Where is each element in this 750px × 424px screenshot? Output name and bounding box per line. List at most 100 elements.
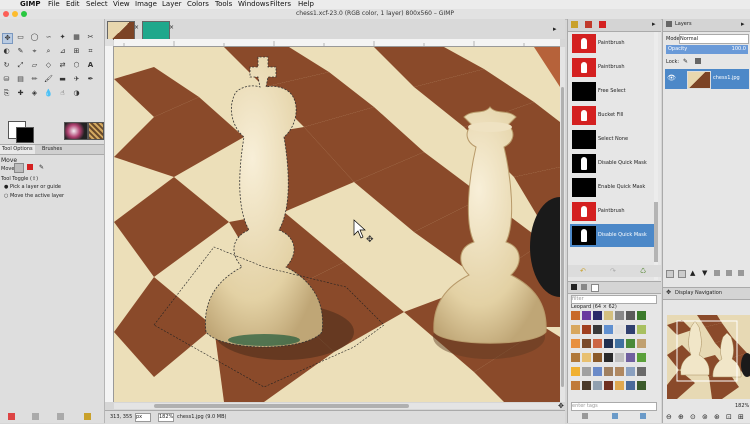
- brush-swatch[interactable]: [582, 339, 591, 348]
- brush-swatch[interactable]: [582, 311, 591, 320]
- brush-swatch[interactable]: [615, 311, 624, 320]
- edit-brush-icon[interactable]: [582, 413, 588, 419]
- brush-swatch[interactable]: [604, 381, 613, 390]
- patterns-tab-icon[interactable]: [581, 284, 587, 290]
- vertical-scroll-thumb[interactable]: [561, 87, 564, 387]
- clear-history-icon[interactable]: ♺: [640, 267, 646, 275]
- open-brush-icon[interactable]: [640, 413, 646, 419]
- undo-item[interactable]: Paintbrush: [570, 200, 654, 223]
- horizontal-scroll-thumb[interactable]: [154, 404, 409, 408]
- reset-options-icon[interactable]: [84, 413, 91, 420]
- undo-icon[interactable]: ↶: [580, 267, 586, 275]
- zoom-fit-icon[interactable]: ⊚: [702, 413, 708, 421]
- brush-swatch[interactable]: [582, 381, 591, 390]
- active-brush-preview[interactable]: [64, 122, 88, 140]
- navigate-icon[interactable]: ✥: [558, 402, 564, 410]
- undo-item[interactable]: Bucket Fill: [570, 104, 654, 127]
- ruler-corner-icon[interactable]: [105, 39, 113, 46]
- delete-preset-icon[interactable]: [57, 413, 64, 420]
- brush-swatch[interactable]: [637, 325, 646, 334]
- undo-item[interactable]: Disable Quick Mask: [570, 152, 654, 175]
- menu-windows[interactable]: Windows: [238, 0, 269, 9]
- move-path-mode-icon[interactable]: ✎: [39, 164, 44, 171]
- undo-tab-icon[interactable]: [571, 21, 578, 28]
- clone-icon[interactable]: ⎘: [2, 89, 11, 98]
- brush-swatch[interactable]: [626, 367, 635, 376]
- bucket-fill-icon[interactable]: ⛁: [2, 75, 11, 84]
- brush-swatch[interactable]: [626, 381, 635, 390]
- heal-icon[interactable]: ✚: [16, 89, 25, 98]
- refresh-brushes-icon[interactable]: [612, 413, 618, 419]
- zoom-select[interactable]: 182%: [158, 413, 174, 422]
- undo-scrollbar[interactable]: [654, 32, 658, 280]
- zoom-1-1-icon[interactable]: ⊙: [690, 413, 696, 421]
- undo-item[interactable]: Disable Quick Mask: [570, 224, 654, 247]
- perspective-clone-icon[interactable]: ◈: [30, 89, 39, 98]
- crop-icon[interactable]: ⌗: [86, 47, 95, 56]
- pencil-icon[interactable]: ✏: [30, 75, 39, 84]
- opacity-slider[interactable]: Opacity 100.0: [666, 45, 748, 54]
- undo-item[interactable]: Enable Quick Mask: [570, 176, 654, 199]
- navigation-tab-icon[interactable]: ✥: [666, 289, 671, 296]
- paths-tab-icon[interactable]: [585, 21, 592, 28]
- layer-row-chess1[interactable]: 👁 chess1.jpg: [665, 69, 749, 89]
- tab-tool-options[interactable]: Tool Options: [0, 145, 35, 154]
- menu-colors[interactable]: Colors: [187, 0, 209, 9]
- lasso-icon[interactable]: ∽: [44, 33, 53, 42]
- menu-filters[interactable]: Filters: [270, 0, 291, 9]
- brush-swatch[interactable]: [637, 339, 646, 348]
- fit-window-icon[interactable]: ⊞: [738, 413, 744, 421]
- undo-scroll-thumb[interactable]: [654, 202, 658, 262]
- shrink-wrap-icon[interactable]: ⊡: [726, 413, 732, 421]
- rotate-icon[interactable]: ↻: [2, 61, 11, 70]
- new-layer-icon[interactable]: [666, 270, 674, 278]
- unit-select[interactable]: px: [135, 413, 151, 422]
- menu-app[interactable]: GIMP: [20, 0, 40, 9]
- mode-select[interactable]: Normal: [679, 34, 749, 44]
- lock-pixels-icon[interactable]: ✎: [683, 58, 688, 65]
- brush-swatch[interactable]: [582, 367, 591, 376]
- channels-tab-icon[interactable]: [599, 21, 606, 28]
- brush-swatch[interactable]: [626, 353, 635, 362]
- zoom-tool-icon[interactable]: ⌕: [44, 47, 53, 56]
- vertical-scrollbar[interactable]: [560, 47, 565, 402]
- redo-icon[interactable]: ↷: [610, 267, 616, 275]
- brush-swatch[interactable]: [593, 381, 602, 390]
- brush-filter-input[interactable]: filter: [571, 295, 657, 304]
- close-tab-icon[interactable]: ×: [134, 24, 139, 31]
- brush-swatch[interactable]: [571, 353, 580, 362]
- ink-icon[interactable]: ✒: [86, 75, 95, 84]
- brush-swatch[interactable]: [582, 353, 591, 362]
- shear-icon[interactable]: ▱: [30, 61, 39, 70]
- brush-swatch[interactable]: [593, 339, 602, 348]
- undo-item[interactable]: Free Select: [570, 80, 654, 103]
- ellipse-select-icon[interactable]: ◯: [30, 33, 39, 42]
- menu-edit[interactable]: Edit: [66, 0, 80, 9]
- active-pattern-preview[interactable]: [88, 122, 104, 140]
- option-move-active-layer[interactable]: ○ Move the active layer: [4, 193, 64, 199]
- rect-select-icon[interactable]: ▭: [16, 33, 25, 42]
- brush-swatch[interactable]: [593, 353, 602, 362]
- brush-swatch[interactable]: [571, 339, 580, 348]
- perspective-icon[interactable]: ◇: [44, 61, 53, 70]
- brush-swatch[interactable]: [626, 311, 635, 320]
- horizontal-scrollbar[interactable]: [114, 403, 560, 409]
- paths-icon[interactable]: ✎: [16, 47, 25, 56]
- align-icon[interactable]: ⊞: [72, 47, 81, 56]
- brush-swatch[interactable]: [593, 325, 602, 334]
- new-layer-group-icon[interactable]: [678, 270, 686, 278]
- blend-icon[interactable]: ▤: [16, 75, 25, 84]
- brush-swatch[interactable]: [626, 325, 635, 334]
- brush-swatch[interactable]: [604, 353, 613, 362]
- smudge-icon[interactable]: ☝: [58, 89, 67, 98]
- menu-layer[interactable]: Layer: [162, 0, 182, 9]
- anchor-layer-icon[interactable]: [726, 270, 732, 276]
- lower-layer-icon[interactable]: ▼: [702, 269, 707, 277]
- eraser-icon[interactable]: ▬: [58, 75, 67, 84]
- menu-view[interactable]: View: [113, 0, 130, 9]
- flip-icon[interactable]: ⇄: [58, 61, 67, 70]
- brush-swatch[interactable]: [582, 325, 591, 334]
- tab-brushes[interactable]: Brushes: [40, 145, 64, 154]
- undo-item[interactable]: Paintbrush: [570, 56, 654, 79]
- brush-swatch[interactable]: [637, 381, 646, 390]
